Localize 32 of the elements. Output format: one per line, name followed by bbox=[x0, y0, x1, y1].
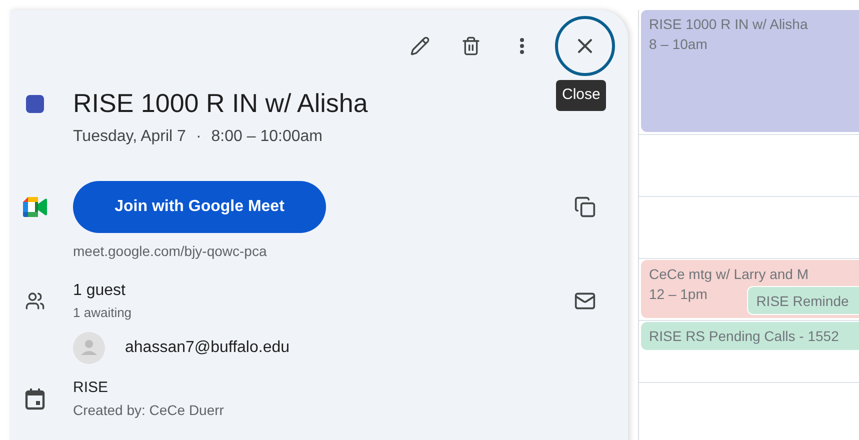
avatar-icon bbox=[73, 332, 105, 364]
event-time: 12 – 1pm bbox=[649, 285, 708, 304]
meet-link[interactable]: meet.google.com/bjy-qowc-pca bbox=[73, 242, 267, 260]
join-meet-button[interactable]: Join with Google Meet bbox=[73, 181, 326, 233]
event-time: 8:00 – 10:00am bbox=[211, 127, 322, 147]
pencil-icon bbox=[410, 36, 430, 56]
tooltip: Close bbox=[556, 80, 606, 110]
calendar-event[interactable]: RISE 1000 R IN w/ Alisha 8 – 10am bbox=[641, 10, 859, 132]
event-title: RISE 1000 R IN w/ Alisha bbox=[73, 87, 368, 120]
calendar-event[interactable]: CeCe mtg w/ Larry and M 12 – 1pm RISE Reminde bbox=[641, 260, 859, 318]
envelope-icon bbox=[574, 290, 596, 312]
video-camera-icon bbox=[23, 197, 47, 217]
event-title: CeCe mtg w/ Larry and M bbox=[649, 265, 810, 284]
more-icon bbox=[520, 38, 524, 54]
separator-dot: · bbox=[196, 127, 202, 147]
calendar-event[interactable]: RISE RS Pending Calls - 1552 bbox=[641, 322, 859, 350]
guest-status: 1 awaiting bbox=[73, 304, 132, 322]
guest-email[interactable]: ahassan7@buffalo.edu bbox=[125, 336, 290, 360]
people-icon bbox=[25, 291, 45, 311]
calendar-event[interactable]: RISE Reminde bbox=[747, 286, 859, 315]
guest-count: 1 guest bbox=[73, 281, 126, 301]
calendar-creator: Created by: CeCe Duerr bbox=[73, 401, 224, 419]
event-title: RISE 1000 R IN w/ Alisha bbox=[649, 15, 809, 34]
copy-icon bbox=[574, 196, 596, 218]
trash-icon bbox=[461, 36, 481, 56]
calendar-icon bbox=[25, 388, 45, 410]
close-button[interactable] bbox=[555, 16, 615, 76]
event-title: RISE Reminde bbox=[756, 292, 849, 310]
event-title: RISE RS Pending Calls - 1552 bbox=[649, 327, 839, 346]
event-time: 8 – 10am bbox=[649, 35, 708, 54]
calendar-name: RISE bbox=[73, 378, 110, 398]
event-date: Tuesday, April 7 bbox=[73, 127, 186, 147]
